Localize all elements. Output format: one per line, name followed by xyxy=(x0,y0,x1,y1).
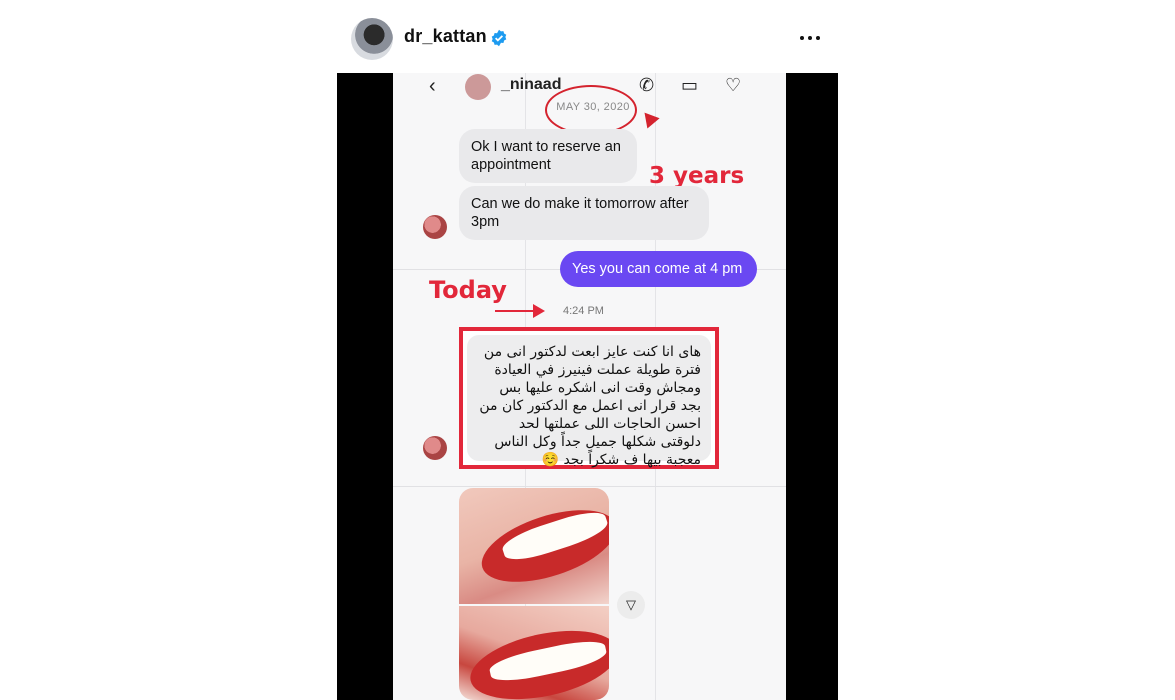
incoming-message: Can we do make it tomorrow after 3pm xyxy=(459,186,709,240)
sender-avatar xyxy=(423,215,447,239)
thread-avatar xyxy=(465,74,491,100)
smile-photo xyxy=(459,488,609,700)
smile-photo-after xyxy=(459,606,609,700)
post-header: dr_kattan xyxy=(337,0,838,73)
username-link[interactable]: dr_kattan xyxy=(404,26,487,47)
outgoing-message: Yes you can come at 4 pm xyxy=(560,251,757,287)
today-annotation: Today xyxy=(429,276,507,304)
arrow-annotation-line xyxy=(495,310,537,312)
more-options-icon[interactable] xyxy=(792,20,828,56)
incoming-message: Ok I want to reserve an appointment xyxy=(459,129,637,183)
profile-avatar[interactable] xyxy=(351,18,393,60)
chat-screenshot: ‹ _ninaad ✆ ▭ ♡ MAY 30, 2020 Ok I want t… xyxy=(393,73,786,700)
share-icon[interactable]: ▽ xyxy=(617,591,645,619)
video-icon: ▭ xyxy=(681,75,699,95)
message-time: 4:24 PM xyxy=(563,305,604,317)
phone-icon: ✆ xyxy=(639,75,655,95)
post-media[interactable]: ‹ _ninaad ✆ ▭ ♡ MAY 30, 2020 Ok I want t… xyxy=(337,73,838,700)
sender-avatar xyxy=(423,436,447,460)
date-chip: MAY 30, 2020 xyxy=(556,101,630,113)
smile-photo-before xyxy=(459,488,609,604)
arabic-message: هاى انا كنت عايز ابعت لدكتور انى من فترة… xyxy=(467,335,711,468)
highlighted-message-box: هاى انا كنت عايز ابعت لدكتور انى من فترة… xyxy=(459,327,719,469)
thread-name: _ninaad xyxy=(501,76,562,93)
verified-badge-icon xyxy=(491,29,507,47)
arrow-annotation-icon xyxy=(533,304,545,318)
heart-icon: ♡ xyxy=(725,75,742,95)
separator xyxy=(393,486,786,487)
back-arrow-icon: ‹ xyxy=(429,75,436,97)
